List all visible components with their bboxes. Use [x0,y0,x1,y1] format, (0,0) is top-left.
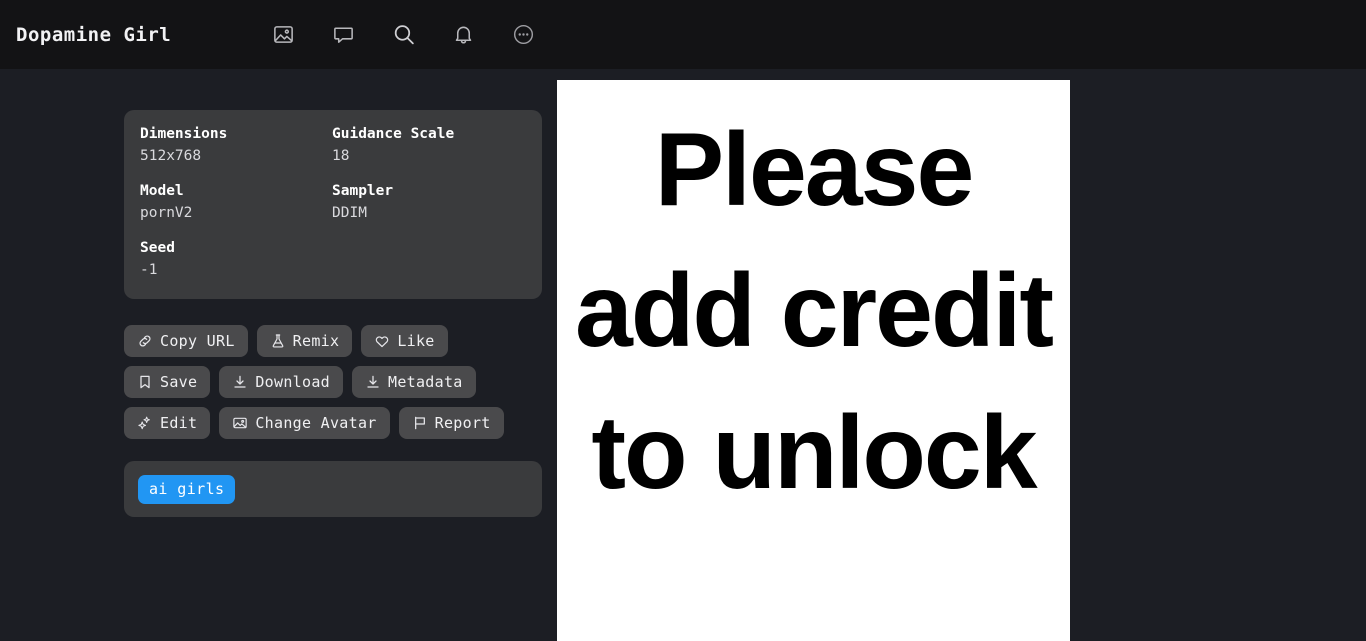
metadata-label: Seed [140,240,175,256]
metadata-value: DDIM [332,205,367,221]
metadata-row: Seed -1 [140,238,526,281]
button-label: Copy URL [160,332,235,350]
edit-button[interactable]: Edit [124,407,211,439]
download-icon [365,374,381,390]
more-options-icon[interactable] [493,13,553,57]
image-preview-panel[interactable]: Please add credit to unlock [557,80,1070,641]
image-icon [232,415,248,431]
download-icon [232,374,248,390]
messages-icon[interactable] [313,13,373,57]
metadata-field-empty [332,238,524,281]
heart-icon [374,333,390,349]
button-label: Like [397,332,435,350]
metadata-value: pornV2 [140,205,193,221]
button-label: Edit [160,414,198,432]
action-button-group: Copy URL Remix Like Save Download Metada… [124,325,542,439]
link-icon [137,333,153,349]
locked-message: Please add credit to unlock [575,112,1054,511]
button-label: Metadata [387,373,463,391]
action-row: Copy URL Remix Like [124,325,542,357]
tags-panel: ai girls [124,461,542,517]
download-button[interactable]: Download [219,366,343,398]
gallery-icon[interactable] [253,13,313,57]
search-icon[interactable] [373,13,433,57]
metadata-value: -1 [140,262,158,278]
flask-icon [270,333,286,349]
action-row: Save Download Metadata [124,366,542,398]
top-navigation-bar: Dopamine Girl [0,0,1366,69]
sparkles-icon [137,415,153,431]
flag-icon [412,415,428,431]
button-label: Change Avatar [255,414,377,432]
metadata-field-dimensions: Dimensions 512x768 [140,124,332,167]
metadata-label: Dimensions [140,126,228,142]
metadata-label: Model [140,183,184,199]
copy-url-button[interactable]: Copy URL [124,325,248,357]
bookmark-icon [137,374,153,390]
button-label: Download [255,373,330,391]
metadata-field-guidance-scale: Guidance Scale 18 [332,124,524,167]
metadata-label: Guidance Scale [332,126,455,142]
generation-metadata-card: Dimensions 512x768 Guidance Scale 18 Mod… [124,110,542,299]
action-row: Edit Change Avatar Report [124,407,542,439]
brand-title[interactable]: Dopamine Girl [16,24,171,46]
metadata-field-seed: Seed -1 [140,238,332,281]
button-label: Save [160,373,198,391]
button-label: Remix [292,332,340,350]
metadata-button[interactable]: Metadata [351,366,476,398]
metadata-value: 18 [332,148,350,164]
metadata-row: Model pornV2 Sampler DDIM [140,181,526,224]
report-button[interactable]: Report [398,407,504,439]
like-button[interactable]: Like [361,325,448,357]
metadata-value: 512x768 [140,148,202,164]
nav-icon-group [253,13,553,57]
details-sidebar: Dimensions 512x768 Guidance Scale 18 Mod… [124,110,542,517]
metadata-field-model: Model pornV2 [140,181,332,224]
save-button[interactable]: Save [124,366,211,398]
tag-chip[interactable]: ai girls [138,474,236,504]
metadata-field-sampler: Sampler DDIM [332,181,524,224]
button-label: Report [434,414,491,432]
remix-button[interactable]: Remix [256,325,353,357]
notifications-icon[interactable] [433,13,493,57]
metadata-row: Dimensions 512x768 Guidance Scale 18 [140,124,526,167]
change-avatar-button[interactable]: Change Avatar [219,407,390,439]
metadata-label: Sampler [332,183,394,199]
